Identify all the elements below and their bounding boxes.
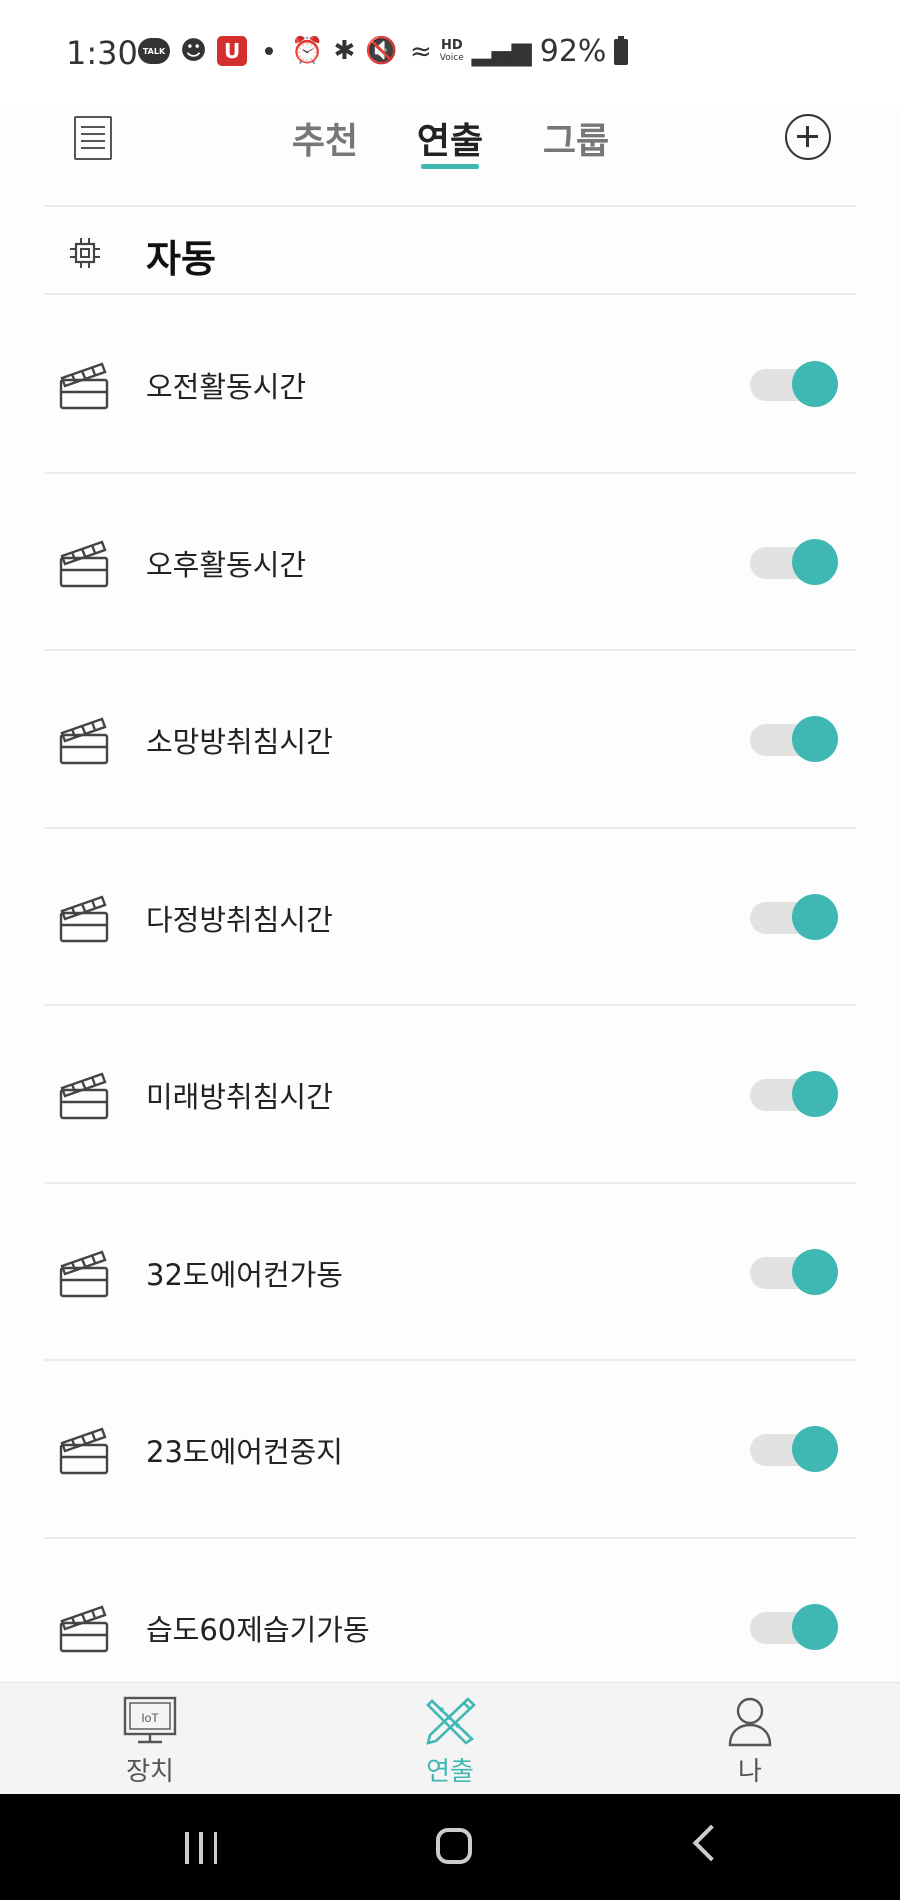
tab-recommended[interactable]: 추천 xyxy=(290,112,360,164)
chip-icon xyxy=(70,238,100,268)
person-icon xyxy=(728,1697,772,1747)
scene-list: 오전활동시간 오후활동시간 소망방취침시간 다정방취침시간 미래방취침시간 32… xyxy=(44,296,856,1716)
scene-row[interactable]: 다정방취침시간 xyxy=(44,829,856,1006)
active-tab-indicator xyxy=(421,164,479,169)
scene-name: 오전활동시간 xyxy=(146,370,307,404)
svg-text:IoT: IoT xyxy=(141,1711,159,1725)
nav-label: 연출 xyxy=(426,1757,474,1787)
kakaotalk-icon: TALK xyxy=(138,38,170,64)
clapperboard-icon xyxy=(59,717,109,765)
tab-scenes[interactable]: 연출 xyxy=(415,112,485,164)
scene-name: 오후활동시간 xyxy=(146,547,307,582)
nav-devices[interactable]: IoT 장치 xyxy=(90,1695,210,1788)
top-nav: 추천 연출 그룹 xyxy=(0,108,900,204)
section-title: 자동 xyxy=(146,237,216,281)
tab-groups[interactable]: 그룹 xyxy=(541,112,611,164)
hd-voice-icon: HD Voice xyxy=(439,37,464,63)
signal-icon: ▂▄▆ xyxy=(471,36,532,67)
list-menu-icon[interactable] xyxy=(74,116,112,160)
clapperboard-icon xyxy=(59,894,109,942)
divider xyxy=(44,205,856,207)
clapperboard-icon xyxy=(59,362,109,410)
scene-row[interactable]: 23도에어컨중지 xyxy=(44,1361,856,1539)
recent-apps-icon[interactable] xyxy=(185,1832,217,1864)
scene-toggle[interactable] xyxy=(750,538,838,588)
nav-label: 나 xyxy=(738,1757,762,1787)
scene-row[interactable]: 오전활동시간 xyxy=(44,296,856,474)
u-app-icon: U xyxy=(217,36,248,66)
scene-toggle[interactable] xyxy=(750,893,838,943)
scene-toggle[interactable] xyxy=(750,1070,838,1120)
bluetooth-icon: ✱ xyxy=(333,36,356,66)
scene-toggle[interactable] xyxy=(750,360,838,410)
scene-name: 32도에어컨가동 xyxy=(146,1257,343,1292)
status-bar: 1:30 TALK ☻ U ⏰ ✱ 🔇 ≈ HD Voice ▂▄▆ 92% xyxy=(0,0,900,108)
dot-icon xyxy=(265,47,274,55)
bottom-nav: IoT 장치 연출 나 xyxy=(0,1682,900,1794)
status-time: 1:30 xyxy=(66,34,138,72)
divider xyxy=(44,293,856,295)
person-icon: ☻ xyxy=(180,36,208,66)
scene-row[interactable]: 오후활동시간 xyxy=(44,474,856,651)
notification-icons: TALK ☻ U ⏰ ✱ 🔇 xyxy=(138,36,398,66)
scene-toggle[interactable] xyxy=(750,1248,838,1298)
nav-label: 장치 xyxy=(126,1757,174,1787)
system-nav-bar xyxy=(0,1794,900,1900)
nav-me[interactable]: 나 xyxy=(690,1695,810,1788)
mute-icon: 🔇 xyxy=(365,36,398,66)
pencil-ruler-icon xyxy=(426,1697,476,1745)
system-icons: ≈ HD Voice ▂▄▆ 92% xyxy=(410,34,629,69)
scene-name: 23도에어컨중지 xyxy=(146,1435,343,1469)
clapperboard-icon xyxy=(59,1427,109,1475)
battery-percent: 92% xyxy=(539,34,607,69)
clapperboard-icon xyxy=(59,1072,109,1120)
iot-monitor-icon: IoT xyxy=(123,1696,177,1744)
clapperboard-icon xyxy=(59,539,109,587)
home-icon[interactable] xyxy=(436,1828,472,1864)
scene-toggle[interactable] xyxy=(750,1425,838,1475)
scene-name: 소망방취침시간 xyxy=(146,725,333,759)
scene-row[interactable]: 32도에어컨가동 xyxy=(44,1184,856,1361)
battery-icon xyxy=(614,35,629,65)
scene-name: 미래방취침시간 xyxy=(146,1080,333,1114)
scene-name: 습도60제습기가동 xyxy=(146,1612,370,1647)
scene-row[interactable]: 미래방취침시간 xyxy=(44,1006,856,1184)
wifi-icon: ≈ xyxy=(410,36,432,67)
back-icon[interactable] xyxy=(692,1824,730,1862)
section-header: 자동 xyxy=(44,208,856,294)
scene-row[interactable]: 소망방취침시간 xyxy=(44,651,856,829)
alarm-icon: ⏰ xyxy=(291,36,324,66)
scene-toggle[interactable] xyxy=(750,1603,838,1653)
scene-toggle[interactable] xyxy=(750,715,838,765)
scene-name: 다정방취침시간 xyxy=(146,902,333,937)
clapperboard-icon xyxy=(59,1604,109,1652)
add-icon[interactable] xyxy=(785,114,831,160)
clapperboard-icon xyxy=(59,1249,109,1297)
nav-scenes[interactable]: 연출 xyxy=(390,1695,510,1788)
